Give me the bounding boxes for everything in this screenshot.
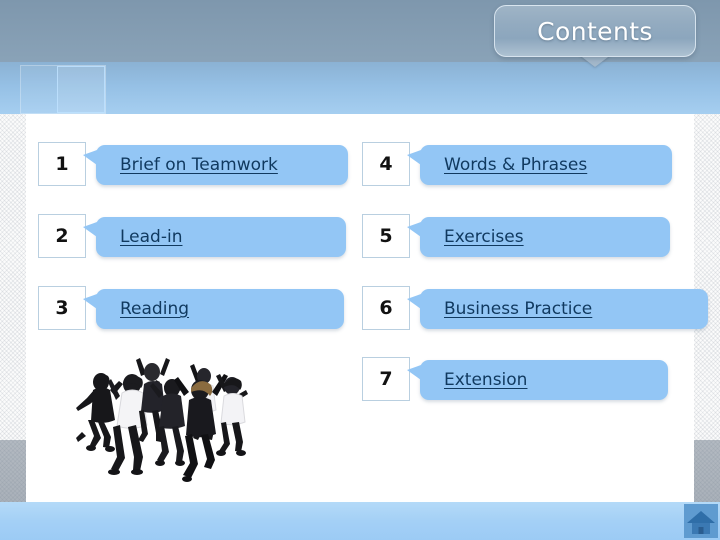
page-title: Contents — [537, 16, 653, 46]
item-number-3: 3 — [55, 297, 69, 319]
item-number-7: 7 — [379, 368, 393, 390]
item-number-box-3: 3 — [38, 286, 86, 330]
item-bubble-2[interactable]: Lead-in — [83, 217, 346, 257]
item-label-1[interactable]: Brief on Teamwork — [120, 155, 278, 175]
item-number-box-5: 5 — [362, 214, 410, 258]
item-number-box-2: 2 — [38, 214, 86, 258]
bubble-arrow-icon — [83, 294, 97, 309]
contents-title-bubble: Contents — [494, 5, 696, 57]
bubble-arrow-icon — [407, 222, 421, 237]
team-jumping-photo — [56, 338, 264, 496]
item-number-6: 6 — [379, 297, 393, 319]
item-label-5[interactable]: Exercises — [444, 227, 524, 247]
item-bubble-5[interactable]: Exercises — [407, 217, 670, 257]
item-bubble-1[interactable]: Brief on Teamwork — [83, 145, 348, 185]
slide-contents: Contents 1 Brief on Teamwork 2 Lead-in 3 — [0, 0, 720, 540]
item-bubble-7[interactable]: Extension — [407, 360, 668, 400]
bubble-arrow-icon — [83, 150, 97, 165]
item-number-box-6: 6 — [362, 286, 410, 330]
item-label-6[interactable]: Business Practice — [444, 299, 592, 319]
bubble-arrow-icon — [407, 365, 421, 380]
item-label-3[interactable]: Reading — [120, 299, 189, 319]
right-edge-shadow — [694, 440, 720, 502]
item-bubble-6[interactable]: Business Practice — [407, 289, 708, 329]
footer-band — [0, 502, 720, 540]
left-edge-shadow — [0, 440, 26, 502]
header-band — [0, 62, 720, 114]
item-number-4: 4 — [379, 153, 393, 175]
item-number-1: 1 — [55, 153, 69, 175]
item-number-2: 2 — [55, 225, 69, 247]
item-label-4[interactable]: Words & Phrases — [444, 155, 587, 175]
bubble-arrow-icon — [407, 150, 421, 165]
item-bubble-3[interactable]: Reading — [83, 289, 344, 329]
item-number-box-7: 7 — [362, 357, 410, 401]
header-decor-rect-2 — [57, 66, 105, 113]
home-icon[interactable] — [684, 504, 718, 538]
item-number-box-4: 4 — [362, 142, 410, 186]
item-bubble-4[interactable]: Words & Phrases — [407, 145, 672, 185]
item-number-5: 5 — [379, 225, 393, 247]
bubble-arrow-icon — [83, 222, 97, 237]
bubble-arrow-icon — [407, 294, 421, 309]
item-label-7[interactable]: Extension — [444, 370, 527, 390]
item-label-2[interactable]: Lead-in — [120, 227, 182, 247]
item-number-box-1: 1 — [38, 142, 86, 186]
